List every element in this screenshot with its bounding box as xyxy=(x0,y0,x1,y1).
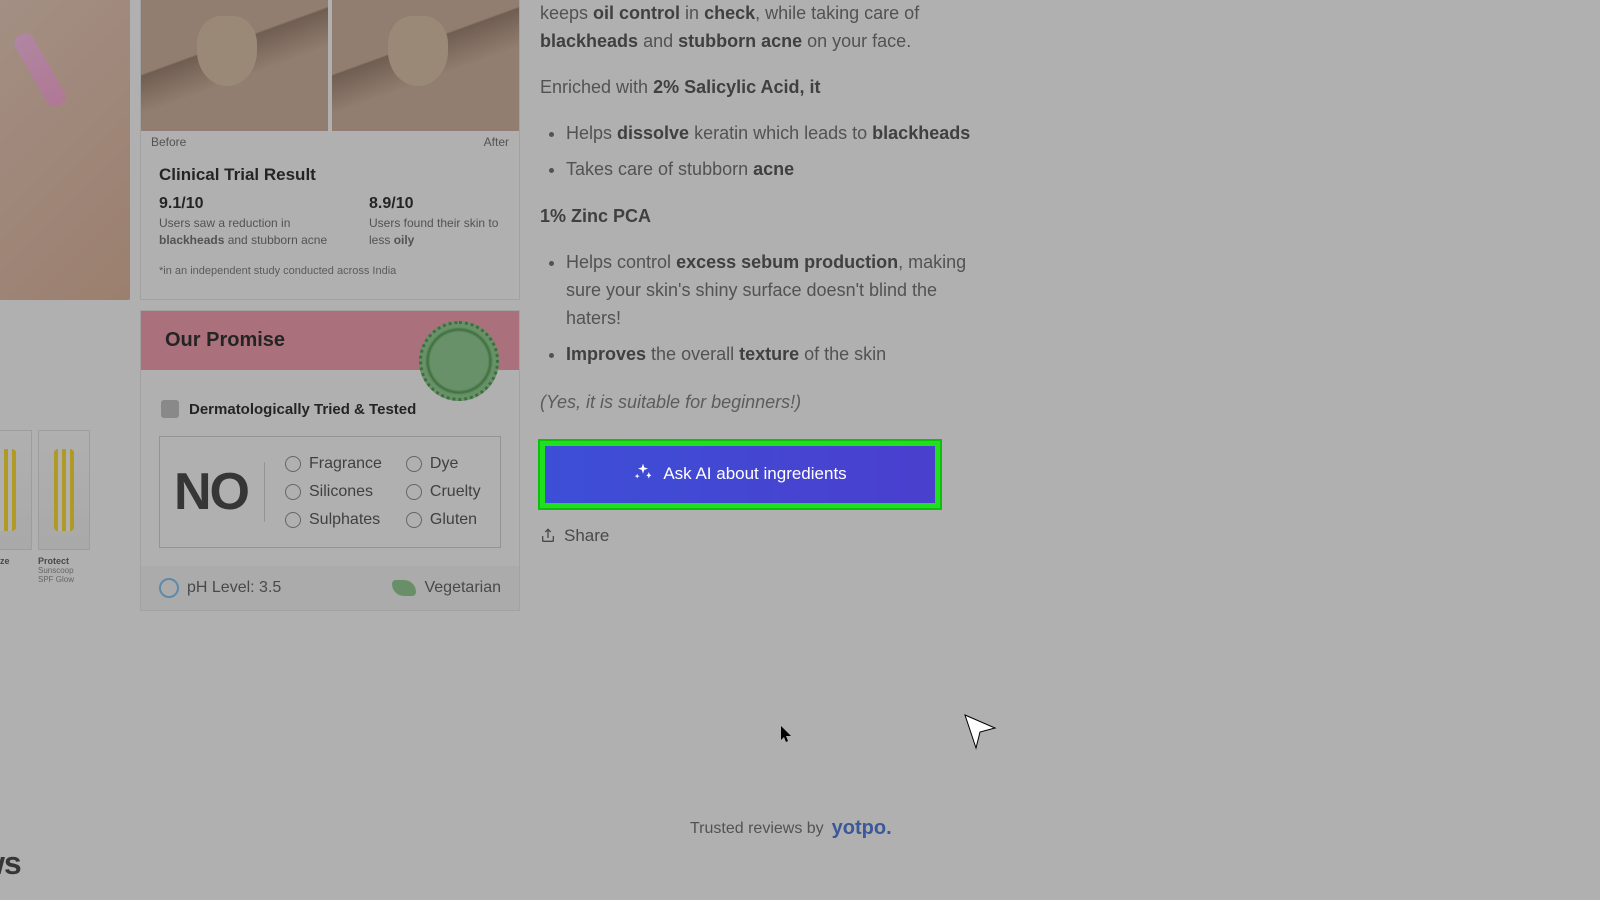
related-product-1[interactable]: nturize Skin rizer xyxy=(0,430,32,584)
no-fragrance: Fragrance xyxy=(309,455,382,473)
share-label: Share xyxy=(564,526,609,546)
ask-ai-button[interactable]: Ask AI about ingredients xyxy=(540,441,940,508)
fragrance-icon xyxy=(285,456,301,472)
trial-stat-1-desc: Users saw a reduction in blackheads and … xyxy=(159,215,329,249)
hero-image xyxy=(0,0,130,300)
ph-level: pH Level: 3.5 xyxy=(187,579,281,597)
after-image xyxy=(332,0,519,131)
cursor-icon xyxy=(780,726,794,744)
sulphates-icon xyxy=(285,512,301,528)
share-button[interactable]: Share xyxy=(540,526,980,546)
no-sulphates: Sulphates xyxy=(309,511,380,529)
zinc-heading: 1% Zinc PCA xyxy=(540,206,651,226)
yotpo-logo: yotpo. xyxy=(832,817,892,840)
trial-stat-2-num: 8.9/10 xyxy=(369,195,501,213)
no-dye: Dye xyxy=(430,455,458,473)
reviews-heading: ws xyxy=(0,845,21,882)
trusted-reviews: Trusted reviews by yotpo. xyxy=(690,817,892,840)
before-image xyxy=(141,0,328,131)
highlight-cursor-icon xyxy=(960,710,1000,750)
share-icon xyxy=(540,528,556,544)
vegetarian-label: Vegetarian xyxy=(424,579,501,597)
dermatologist-icon xyxy=(161,400,179,418)
leaf-icon xyxy=(392,580,416,596)
no-cruelty: Cruelty xyxy=(430,483,481,501)
promise-card: Our Promise Dermatologically Tried & Tes… xyxy=(140,310,520,611)
no-silicones: Silicones xyxy=(309,483,373,501)
beginner-note: (Yes, it is suitable for beginners!) xyxy=(540,389,980,417)
ceramides-seal-icon xyxy=(419,321,499,401)
derm-tested-label: Dermatologically Tried & Tested xyxy=(189,401,416,418)
after-label: After xyxy=(484,135,509,149)
gluten-icon xyxy=(406,512,422,528)
product-thumb-category: Protect xyxy=(38,556,90,566)
product-thumb-image xyxy=(0,430,32,550)
ph-icon xyxy=(159,578,179,598)
product-thumb-image xyxy=(38,430,90,550)
dye-icon xyxy=(406,456,422,472)
cruelty-icon xyxy=(406,484,422,500)
trial-footnote: *in an independent study conducted acros… xyxy=(159,265,501,277)
ask-ai-label: Ask AI about ingredients xyxy=(663,464,846,484)
trial-stat-2-desc: Users found their skin to less oily xyxy=(369,215,501,249)
trial-stat-1-num: 9.1/10 xyxy=(159,195,329,213)
promise-title: Our Promise xyxy=(165,329,285,351)
related-product-2[interactable]: Protect Sunscoop SPF Glow xyxy=(38,430,90,584)
trial-title: Clinical Trial Result xyxy=(159,165,501,185)
clinical-trial-card: Before After Clinical Trial Result 9.1/1… xyxy=(140,0,520,300)
product-description: keeps oil control in check, while taking… xyxy=(540,0,980,417)
no-label: NO xyxy=(174,462,265,522)
silicones-icon xyxy=(285,484,301,500)
before-label: Before xyxy=(151,135,186,149)
no-gluten: Gluten xyxy=(430,511,477,529)
sparkle-icon xyxy=(633,462,653,487)
product-thumb-category: nturize xyxy=(0,556,32,566)
